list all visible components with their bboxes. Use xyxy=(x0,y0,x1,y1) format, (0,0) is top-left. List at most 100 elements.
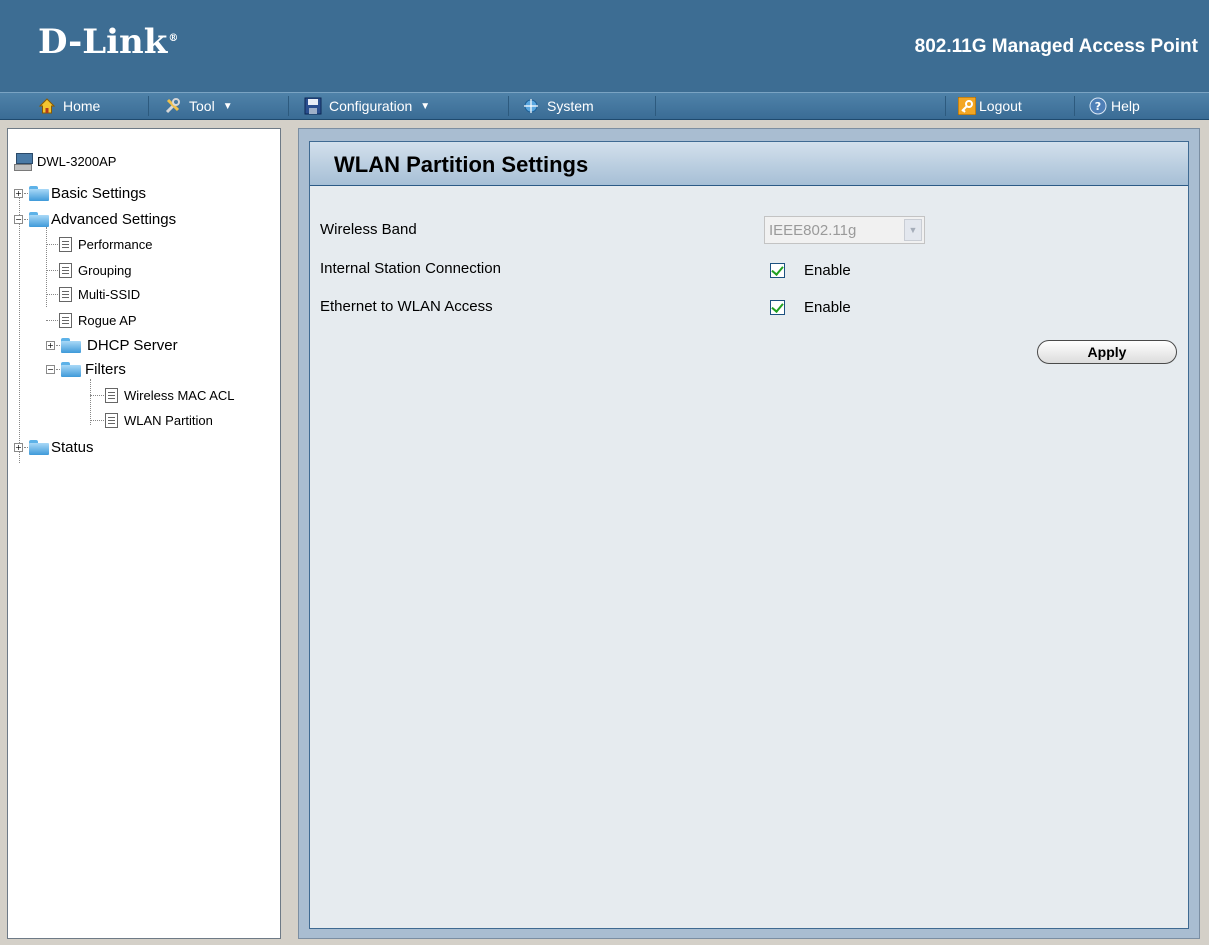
menu-tool[interactable]: Tool ▼ xyxy=(164,93,233,119)
apply-button[interactable]: Apply xyxy=(1037,340,1177,364)
tree-label: Filters xyxy=(85,360,126,378)
menu-home-label: Home xyxy=(63,98,101,114)
help-icon: ? xyxy=(1089,97,1107,115)
tree-connector xyxy=(56,368,60,370)
tree-label: WLAN Partition xyxy=(124,412,213,428)
menu-tool-label: Tool xyxy=(189,98,215,114)
ethernet-wlan-enable-label: Enable xyxy=(804,299,851,316)
tree-item-grouping[interactable]: Grouping xyxy=(46,260,131,280)
tree-label: Wireless MAC ACL xyxy=(124,387,235,403)
page-icon xyxy=(59,262,72,278)
tree-connector xyxy=(24,446,28,448)
chevron-down-icon[interactable]: ▼ xyxy=(904,219,922,241)
tree-item-rogue-ap[interactable]: Rogue AP xyxy=(46,310,137,330)
tree-item-multi-ssid[interactable]: Multi-SSID xyxy=(46,284,140,304)
tree-connector xyxy=(56,344,60,346)
wireless-band-select[interactable]: IEEE802.11g ▼ xyxy=(764,216,925,244)
system-icon xyxy=(522,97,540,115)
page-icon xyxy=(59,286,72,302)
menu-divider xyxy=(148,96,149,116)
panel-header: WLAN Partition Settings xyxy=(310,142,1188,186)
menu-divider xyxy=(288,96,289,116)
tree-connector xyxy=(90,419,104,421)
tree-connector xyxy=(46,243,58,245)
save-disk-icon xyxy=(304,97,322,115)
menu-divider xyxy=(1074,96,1075,116)
tree-label: Advanced Settings xyxy=(51,210,177,228)
tree-item-wireless-mac-acl[interactable]: Wireless MAC ACL xyxy=(90,385,235,405)
tree-item-advanced-settings[interactable]: − Advanced Settings xyxy=(14,209,176,229)
menu-logout-label: Logout xyxy=(979,98,1022,114)
menu-divider xyxy=(945,96,946,116)
menu-help[interactable]: ? Help xyxy=(1089,93,1140,119)
tree-line xyxy=(19,193,20,463)
menu-logout[interactable]: Logout xyxy=(957,93,1022,119)
tree-connector xyxy=(90,394,104,396)
key-icon xyxy=(957,96,977,116)
internal-station-checkbox[interactable] xyxy=(770,263,785,278)
tree-item-performance[interactable]: Performance xyxy=(46,234,152,254)
svg-text:?: ? xyxy=(1095,100,1101,113)
tree-item-wlan-partition[interactable]: WLAN Partition xyxy=(90,410,213,430)
dlink-logo: D-Link® xyxy=(38,22,179,62)
tree-label: Multi-SSID xyxy=(78,286,141,302)
menu-divider xyxy=(655,96,656,116)
menu-divider xyxy=(508,96,509,116)
content-panel: WLAN Partition Settings Wireless Band IE… xyxy=(298,128,1200,939)
page-icon xyxy=(105,387,118,403)
wireless-band-label: Wireless Band xyxy=(320,221,417,238)
tree-label: Basic Settings xyxy=(51,184,147,202)
internal-station-enable-label: Enable xyxy=(804,262,851,279)
expand-icon[interactable]: + xyxy=(14,442,23,452)
ethernet-wlan-checkbox[interactable] xyxy=(770,300,785,315)
expand-icon[interactable]: + xyxy=(46,340,55,350)
tree-label: Rogue AP xyxy=(78,312,137,328)
tree-label: Status xyxy=(51,438,94,456)
tree-root-device[interactable]: DWL-3200AP xyxy=(14,151,116,171)
menu-bar: Home Tool ▼ Configuration ▼ System Logou… xyxy=(0,92,1209,120)
tree-connector xyxy=(24,192,28,194)
folder-open-icon xyxy=(61,361,81,377)
expand-icon[interactable]: + xyxy=(14,188,23,198)
app-header: D-Link® 802.11G Managed Access Point xyxy=(0,0,1209,92)
tree-item-dhcp-server[interactable]: + DHCP Server xyxy=(46,335,178,355)
menu-help-label: Help xyxy=(1111,98,1140,114)
folder-icon xyxy=(29,185,49,201)
menu-configuration[interactable]: Configuration ▼ xyxy=(304,93,430,119)
tool-icon xyxy=(164,97,182,115)
computer-icon xyxy=(14,151,34,171)
tree-label: DHCP Server xyxy=(87,336,178,354)
page-icon xyxy=(59,236,72,252)
folder-open-icon xyxy=(29,211,49,227)
tree-label: Grouping xyxy=(78,262,132,278)
tree-connector xyxy=(46,269,58,271)
tree-item-filters[interactable]: − Filters xyxy=(46,359,126,379)
settings-form: WLAN Partition Settings Wireless Band IE… xyxy=(309,141,1189,929)
tree-item-status[interactable]: + Status xyxy=(14,437,94,457)
tree-label: Performance xyxy=(78,236,153,252)
chevron-down-icon: ▼ xyxy=(420,100,431,112)
menu-configuration-label: Configuration xyxy=(329,98,413,114)
collapse-icon[interactable]: − xyxy=(14,214,23,224)
page-icon xyxy=(105,412,118,428)
tree-connector xyxy=(46,293,58,295)
chevron-down-icon: ▼ xyxy=(222,100,233,112)
menu-system-label: System xyxy=(547,98,594,114)
wireless-band-value: IEEE802.11g xyxy=(769,221,857,239)
tree-connector xyxy=(24,218,28,220)
folder-icon xyxy=(61,337,81,353)
internal-station-label: Internal Station Connection xyxy=(320,260,501,277)
tree-connector xyxy=(46,319,58,321)
product-title: 802.11G Managed Access Point xyxy=(914,36,1198,57)
tree-root-label: DWL-3200AP xyxy=(37,153,117,169)
home-icon xyxy=(38,97,56,115)
page-title: WLAN Partition Settings xyxy=(334,152,589,177)
page-icon xyxy=(59,312,72,328)
navigation-tree: DWL-3200AP + Basic Settings − Advanced S… xyxy=(7,128,281,939)
menu-system[interactable]: System xyxy=(522,93,594,119)
ethernet-wlan-label: Ethernet to WLAN Access xyxy=(320,298,493,315)
menu-home[interactable]: Home xyxy=(38,93,100,119)
tree-item-basic-settings[interactable]: + Basic Settings xyxy=(14,183,146,203)
collapse-icon[interactable]: − xyxy=(46,364,55,374)
folder-icon xyxy=(29,439,49,455)
